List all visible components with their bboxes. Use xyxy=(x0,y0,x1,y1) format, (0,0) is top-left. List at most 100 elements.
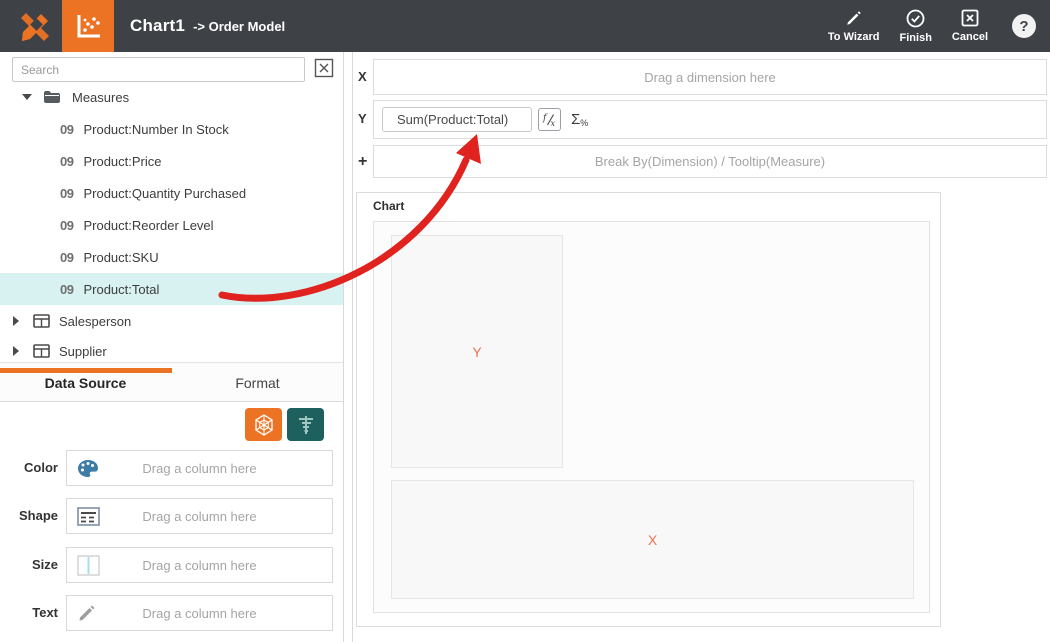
funnel-chart-button[interactable] xyxy=(287,408,324,441)
tab-format[interactable]: Format xyxy=(172,375,343,391)
svg-text:f: f xyxy=(542,114,548,124)
active-tab-indicator xyxy=(0,368,172,373)
folder-icon xyxy=(43,90,61,104)
y-measure-chip[interactable]: Sum(Product:Total) xyxy=(382,107,532,132)
mapping-row-color: Color Drag a column here xyxy=(0,450,343,486)
app-window: Chart1 -> Order Model To Wizard Finish xyxy=(0,0,1050,642)
close-box-icon xyxy=(961,9,979,27)
chart-preview-panel: Chart Y X xyxy=(356,192,941,627)
tree-item-price[interactable]: 09 Product:Price xyxy=(0,145,343,177)
tree-item-sku[interactable]: 09 Product:SKU xyxy=(0,241,343,273)
pencil-icon xyxy=(845,9,863,27)
tree-item-label: Product:SKU xyxy=(83,250,158,265)
numeric-type-icon: 09 xyxy=(60,218,73,233)
mapping-row-shape: Shape Drag a column here xyxy=(0,498,343,534)
numeric-type-icon: 09 xyxy=(60,122,73,137)
color-drop-target[interactable]: Drag a column here xyxy=(66,450,333,486)
y-axis-letter: Y xyxy=(472,344,481,360)
page-title: Chart1 xyxy=(130,16,185,36)
expand-caret-icon[interactable] xyxy=(13,346,19,356)
cancel-label: Cancel xyxy=(952,31,988,43)
folder-label: Measures xyxy=(72,90,129,105)
expand-caret-icon[interactable] xyxy=(13,316,19,326)
y-axis-placeholder-box: Y xyxy=(391,235,563,468)
help-glyph: ? xyxy=(1019,18,1028,35)
tree-table-label: Supplier xyxy=(59,344,107,359)
numeric-type-icon: 09 xyxy=(60,186,73,201)
text-pencil-icon xyxy=(77,603,107,623)
size-drop-target[interactable]: Drag a column here xyxy=(66,547,333,583)
to-wizard-label: To Wizard xyxy=(828,31,880,43)
breadcrumb: Chart1 -> Order Model xyxy=(130,0,285,52)
check-circle-icon xyxy=(906,9,925,28)
search-input[interactable] xyxy=(12,57,305,82)
tree-item-label: Product:Number In Stock xyxy=(83,122,228,137)
sigma-percent-button[interactable]: Σ% xyxy=(571,111,588,128)
tree-table-supplier[interactable]: Supplier xyxy=(0,337,343,365)
collapse-caret-icon[interactable] xyxy=(22,94,32,100)
size-icon xyxy=(77,555,107,576)
y-axis-row-label: Y xyxy=(358,111,372,126)
svg-text:x: x xyxy=(551,119,556,128)
chart-type-button[interactable] xyxy=(62,0,114,52)
chart-plot-area: Y X xyxy=(373,221,930,613)
tab-data-source[interactable]: Data Source xyxy=(0,375,171,391)
x-placeholder: Drag a dimension here xyxy=(374,70,1046,85)
tree-item-label: Product:Price xyxy=(83,154,161,169)
text-label: Text xyxy=(0,595,58,631)
plus-row-label: + xyxy=(358,153,372,171)
table-icon xyxy=(33,314,50,328)
help-button[interactable]: ? xyxy=(1012,14,1036,38)
numeric-type-icon: 09 xyxy=(60,250,73,265)
chart-builder-panel: X Drag a dimension here Y Sum(Product:To… xyxy=(352,52,1050,642)
page-subtitle: -> Order Model xyxy=(193,19,285,34)
palette-icon xyxy=(77,459,107,478)
tree-item-reorder-level[interactable]: 09 Product:Reorder Level xyxy=(0,209,343,241)
y-measure-drop-target[interactable]: Sum(Product:Total) f x Σ% xyxy=(373,100,1047,139)
clear-search-icon xyxy=(314,58,334,78)
tree-table-salesperson[interactable]: Salesperson xyxy=(0,305,343,337)
numeric-type-icon: 09 xyxy=(60,154,73,169)
search-clear-button[interactable] xyxy=(313,58,335,80)
app-logo-icon[interactable] xyxy=(18,8,56,44)
web-chart-button[interactable] xyxy=(245,408,282,441)
tree-item-label: Product:Quantity Purchased xyxy=(83,186,246,201)
mapping-row-text: Text Drag a column here xyxy=(0,595,343,631)
color-label: Color xyxy=(0,450,58,486)
mapping-row-size: Size Drag a column here xyxy=(0,547,343,583)
text-drop-target[interactable]: Drag a column here xyxy=(66,595,333,631)
size-label: Size xyxy=(0,547,58,583)
header-bar: Chart1 -> Order Model To Wizard Finish xyxy=(0,0,1050,52)
tools-row xyxy=(0,402,343,446)
sigma-glyph: Σ xyxy=(571,111,580,128)
to-wizard-button[interactable]: To Wizard xyxy=(828,9,880,43)
formula-button[interactable]: f x xyxy=(538,108,561,131)
tree-item-quantity-purchased[interactable]: 09 Product:Quantity Purchased xyxy=(0,177,343,209)
shape-label: Shape xyxy=(0,498,58,534)
tree-item-number-in-stock[interactable]: 09 Product:Number In Stock xyxy=(0,113,343,145)
x-axis-row-label: X xyxy=(358,69,372,84)
sidebar-tabs: Data Source Format xyxy=(0,362,343,402)
tree-table-label: Salesperson xyxy=(59,314,131,329)
x-axis-letter: X xyxy=(648,532,657,548)
table-icon xyxy=(33,344,50,358)
finish-label: Finish xyxy=(900,32,932,44)
fields-sidebar: Measures 09 Product:Number In Stock 09 P… xyxy=(0,52,344,642)
x-dimension-drop-target[interactable]: Drag a dimension here xyxy=(373,59,1047,95)
scatter-chart-icon xyxy=(73,11,103,41)
header-actions: To Wizard Finish Cancel ? xyxy=(828,0,1036,52)
percent-glyph: % xyxy=(580,118,588,128)
tree-folder-measures[interactable]: Measures xyxy=(0,81,343,113)
tree-item-total-selected[interactable]: 09 Product:Total xyxy=(0,273,343,305)
fx-icon: f x xyxy=(541,111,558,128)
x-axis-placeholder-box: X xyxy=(391,480,914,599)
tornado-bars-icon xyxy=(295,414,317,436)
cancel-button[interactable]: Cancel xyxy=(952,9,988,43)
breakby-placeholder: Break By(Dimension) / Tooltip(Measure) xyxy=(374,154,1046,169)
shape-legend-icon xyxy=(77,507,107,526)
shape-drop-target[interactable]: Drag a column here xyxy=(66,498,333,534)
finish-button[interactable]: Finish xyxy=(900,9,932,44)
tree-item-label: Product:Total xyxy=(83,282,159,297)
chart-preview-title: Chart xyxy=(373,199,404,213)
breakby-tooltip-drop-target[interactable]: Break By(Dimension) / Tooltip(Measure) xyxy=(373,145,1047,178)
